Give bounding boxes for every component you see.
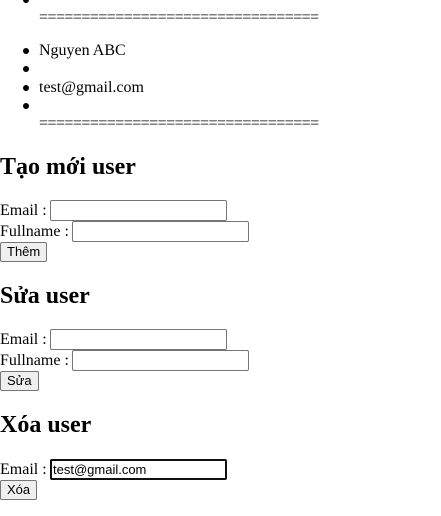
create-email-field[interactable] xyxy=(50,200,227,221)
list-separator-bottom: ================================= xyxy=(39,115,319,132)
list-bullet xyxy=(23,103,29,109)
list-bullet xyxy=(23,48,29,54)
list-item: test@gmail.com xyxy=(39,79,144,96)
add-user-button[interactable]: Thêm xyxy=(0,242,48,262)
delete-email-label: Email : xyxy=(0,461,47,478)
create-user-title: Tạo mới user xyxy=(0,154,136,180)
edit-email-field[interactable] xyxy=(50,329,227,350)
edit-user-button[interactable]: Sửa xyxy=(0,371,39,391)
list-separator-top: ================================= xyxy=(39,9,319,26)
list-bullet xyxy=(23,0,29,3)
delete-user-title: Xóa user xyxy=(0,412,92,438)
delete-user-button[interactable]: Xóa xyxy=(0,480,38,500)
list-item: Nguyen ABC xyxy=(39,42,126,59)
create-fullname-field[interactable] xyxy=(72,221,249,242)
edit-fullname-field[interactable] xyxy=(72,350,249,371)
edit-email-label: Email : xyxy=(0,331,47,348)
edit-fullname-label: Fullname : xyxy=(0,352,69,369)
delete-email-field[interactable] xyxy=(50,459,227,480)
list-bullet xyxy=(23,85,29,91)
create-email-label: Email : xyxy=(0,202,47,219)
create-fullname-label: Fullname : xyxy=(0,223,69,240)
edit-user-title: Sửa user xyxy=(0,283,90,309)
list-bullet xyxy=(23,66,29,72)
